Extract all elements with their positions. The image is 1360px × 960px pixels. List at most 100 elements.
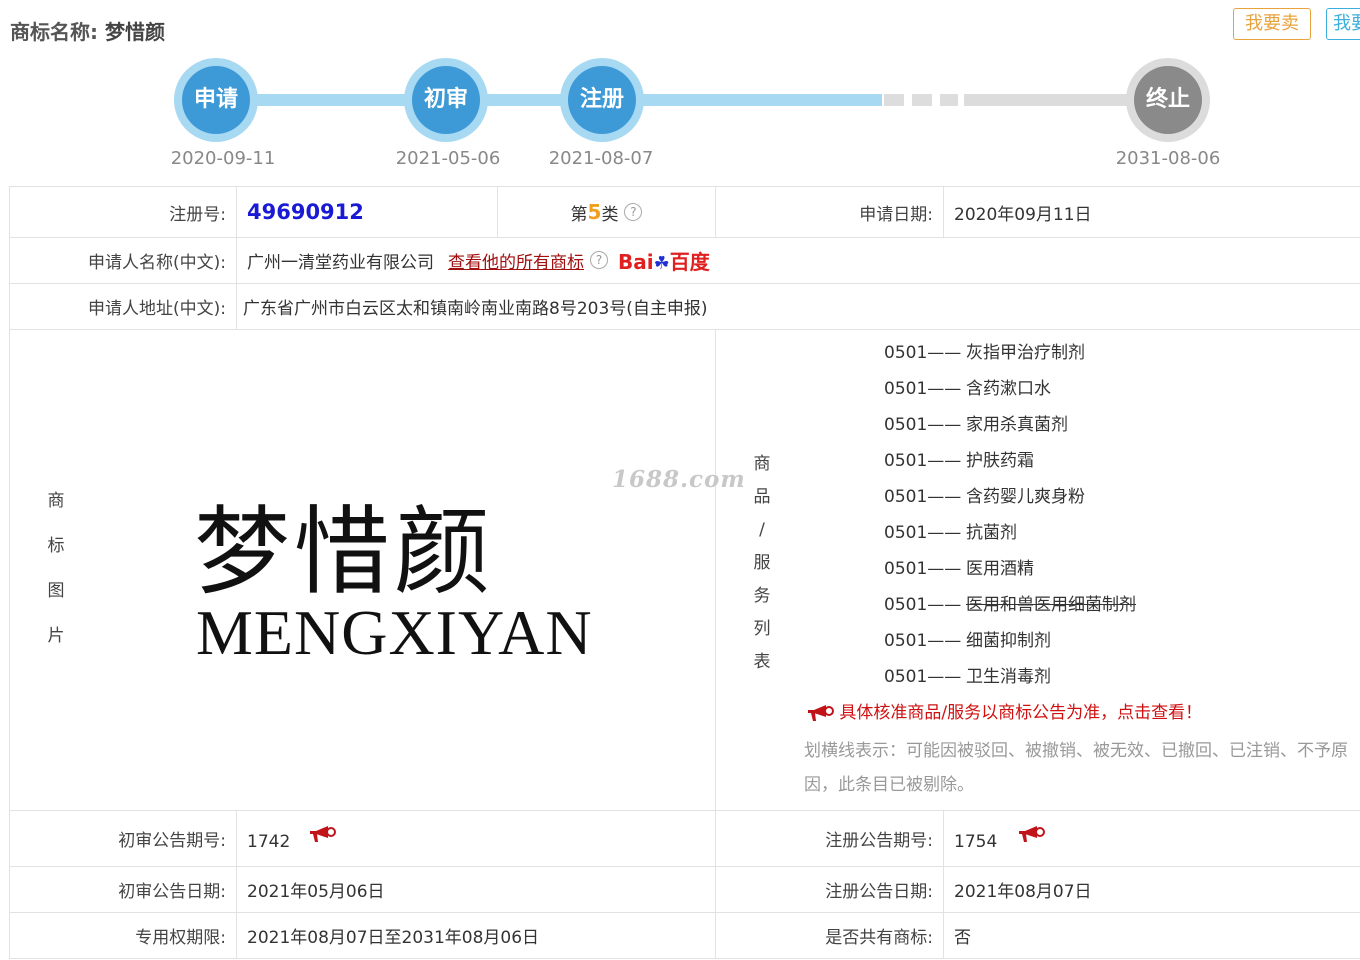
applicant-value: 广州一清堂药业有限公司: [247, 252, 434, 273]
goods-notice-link[interactable]: 具体核准商品/服务以商标公告为准，点击查看！: [806, 698, 1202, 723]
baidu-cn: 百度: [669, 249, 710, 274]
timeline-date: 2031-08-06: [1115, 148, 1221, 169]
goods-label: 商 品 / 服 务 列 表: [750, 448, 774, 679]
timeline-dashed-segment: [884, 94, 958, 106]
list-item: 0501—— 抗菌剂: [884, 518, 1017, 543]
goods-label-char: /: [759, 520, 765, 540]
goods-name: 护肤药霜: [966, 451, 1034, 471]
announcement-horn-icon: [808, 705, 834, 721]
goods-name: 卫生消毒剂: [966, 667, 1051, 687]
prelim-date-label: 初审公告日期:: [9, 866, 236, 912]
timeline-node-register: 注册: [560, 58, 644, 142]
address-label: 申请人地址(中文):: [9, 283, 236, 329]
table-left-border: [9, 186, 10, 958]
goods-code: 0501——: [884, 343, 962, 363]
goods-name: 细菌抑制剂: [966, 631, 1051, 651]
class-prefix: 第: [570, 204, 588, 225]
applicant-cell: 广州一清堂药业有限公司 查看他的所有商标 ? Bai☘百度: [236, 237, 1360, 283]
reg-no-value: 49690912: [247, 200, 364, 224]
shared-value: 否: [943, 912, 1360, 958]
sell-button[interactable]: 我要卖: [1233, 8, 1311, 40]
class-number: 5: [587, 200, 602, 224]
baidu-search-icon[interactable]: Bai☘百度: [618, 246, 710, 275]
image-label-char: 标: [47, 536, 65, 556]
apply-date-value: 2020年09月11日: [943, 187, 1360, 237]
goods-name: 灰指甲治疗制剂: [966, 343, 1085, 363]
notice-text: 具体核准商品/服务以商标公告为准，点击查看！: [839, 703, 1203, 723]
trademark-name: 梦惜颜: [104, 20, 165, 44]
reg-pub-date-label: 注册公告日期:: [715, 866, 943, 912]
apply-date-label: 申请日期:: [715, 187, 943, 237]
list-item: 0501—— 含药婴儿爽身粉: [884, 482, 1085, 507]
applicant-label: 申请人名称(中文):: [9, 237, 236, 283]
term-label: 专用权期限:: [9, 912, 236, 958]
list-item: 0501—— 护肤药霜: [884, 446, 1034, 471]
watermark: 1688.com: [612, 466, 746, 493]
class-suffix: 类: [601, 204, 619, 225]
goods-name: 家用杀真菌剂: [966, 415, 1068, 435]
image-label-char: 片: [47, 626, 65, 646]
table-row: 申请人名称(中文): 广州一清堂药业有限公司 查看他的所有商标 ? Bai☘百度: [9, 237, 1360, 284]
page-title: 商标名称: 梦惜颜: [10, 16, 165, 45]
table-row: 申请人地址(中文): 广东省广州市白云区太和镇南岭南业南路8号203号(自主申报…: [9, 283, 1360, 330]
goods-code: 0501——: [884, 667, 962, 687]
timeline-date: 2021-08-07: [548, 148, 654, 169]
trademark-image-en: MENGXIYAN: [196, 597, 593, 668]
reg-no-cell: 49690912: [236, 187, 497, 237]
goods-code: 0501——: [884, 595, 962, 615]
baidu-text: Bai: [618, 249, 654, 274]
buy-button[interactable]: 我要: [1326, 8, 1360, 40]
goods-label-char: 列: [753, 619, 771, 639]
list-item: 0501—— 家用杀真菌剂: [884, 410, 1068, 435]
timeline-date: 2021-05-06: [395, 148, 501, 169]
timeline-node-label: 初审: [412, 66, 480, 134]
strike-explanation: 划横线表示：可能因被驳回、被撤销、被无效、已撤回、已注销、不予原因，此条目已被剔…: [804, 741, 1348, 795]
image-label-char: 商: [47, 491, 65, 511]
goods-code: 0501——: [884, 631, 962, 651]
goods-name: 抗菌剂: [966, 523, 1017, 543]
reg-pub-no-label: 注册公告期号:: [715, 810, 943, 866]
reg-pub-no-value: 1754: [954, 832, 998, 852]
trademark-info-table: 注册号: 49690912 第5类 ? 申请日期: 2020年09月11日 申请…: [9, 186, 1360, 959]
timeline-node-label: 终止: [1134, 66, 1202, 134]
image-label-char: 图: [47, 581, 65, 601]
goods-label-char: 服: [753, 553, 771, 573]
table-row: 专用权期限: 2021年08月07日至2031年08月06日 是否共有商标: 否: [9, 912, 1360, 959]
announcement-horn-icon[interactable]: [308, 824, 337, 844]
timeline-date: 2020-09-11: [170, 148, 276, 169]
table-row: 初审公告日期: 2021年05月06日 注册公告日期: 2021年08月07日: [9, 866, 1360, 913]
divider: [715, 329, 716, 810]
title-label: 商标名称:: [10, 20, 98, 44]
timeline-node-label: 注册: [568, 66, 636, 134]
help-icon[interactable]: ?: [590, 251, 608, 269]
shared-label: 是否共有商标:: [715, 912, 943, 958]
list-item: 0501—— 医用酒精: [884, 554, 1034, 579]
table-row: 注册号: 49690912 第5类 ? 申请日期: 2020年09月11日: [9, 187, 1360, 238]
timeline-node-terminate: 终止: [1126, 58, 1210, 142]
timeline-node-label: 申请: [182, 66, 250, 134]
goods-label-char: 表: [753, 652, 771, 672]
goods-code: 0501——: [884, 379, 962, 399]
reg-pub-date-value: 2021年08月07日: [943, 866, 1360, 912]
trademark-image-cn: 梦惜颜: [194, 496, 494, 608]
timeline-progress-bar: [215, 94, 882, 106]
announcement-horn-icon[interactable]: [1017, 824, 1046, 844]
prelim-no-cell: 1742: [236, 810, 715, 866]
table-row: 初审公告期号: 1742 注册公告期号: 1754: [9, 810, 1360, 867]
prelim-date-value: 2021年05月06日: [236, 866, 715, 912]
list-item: 0501—— 灰指甲治疗制剂: [884, 338, 1085, 363]
goods-name: 医用和兽医用细菌制剂: [966, 595, 1136, 615]
term-value: 2021年08月07日至2031年08月06日: [236, 912, 715, 958]
goods-code: 0501——: [884, 559, 962, 579]
reg-no-label: 注册号:: [9, 187, 236, 237]
list-item: 0501—— 细菌抑制剂: [884, 626, 1051, 651]
address-value: 广东省广州市白云区太和镇南岭南业南路8号203号(自主申报): [236, 283, 1360, 329]
all-marks-link[interactable]: 查看他的所有商标: [448, 248, 584, 273]
paw-icon: ☘: [653, 252, 670, 274]
help-icon[interactable]: ?: [624, 203, 643, 221]
list-item: 0501—— 卫生消毒剂: [884, 662, 1051, 687]
goods-label-char: 务: [753, 586, 771, 606]
list-item-struck: 0501—— 医用和兽医用细菌制剂: [884, 590, 1136, 615]
goods-name: 医用酒精: [966, 559, 1034, 579]
image-label: 商 标 图 片: [44, 479, 68, 659]
